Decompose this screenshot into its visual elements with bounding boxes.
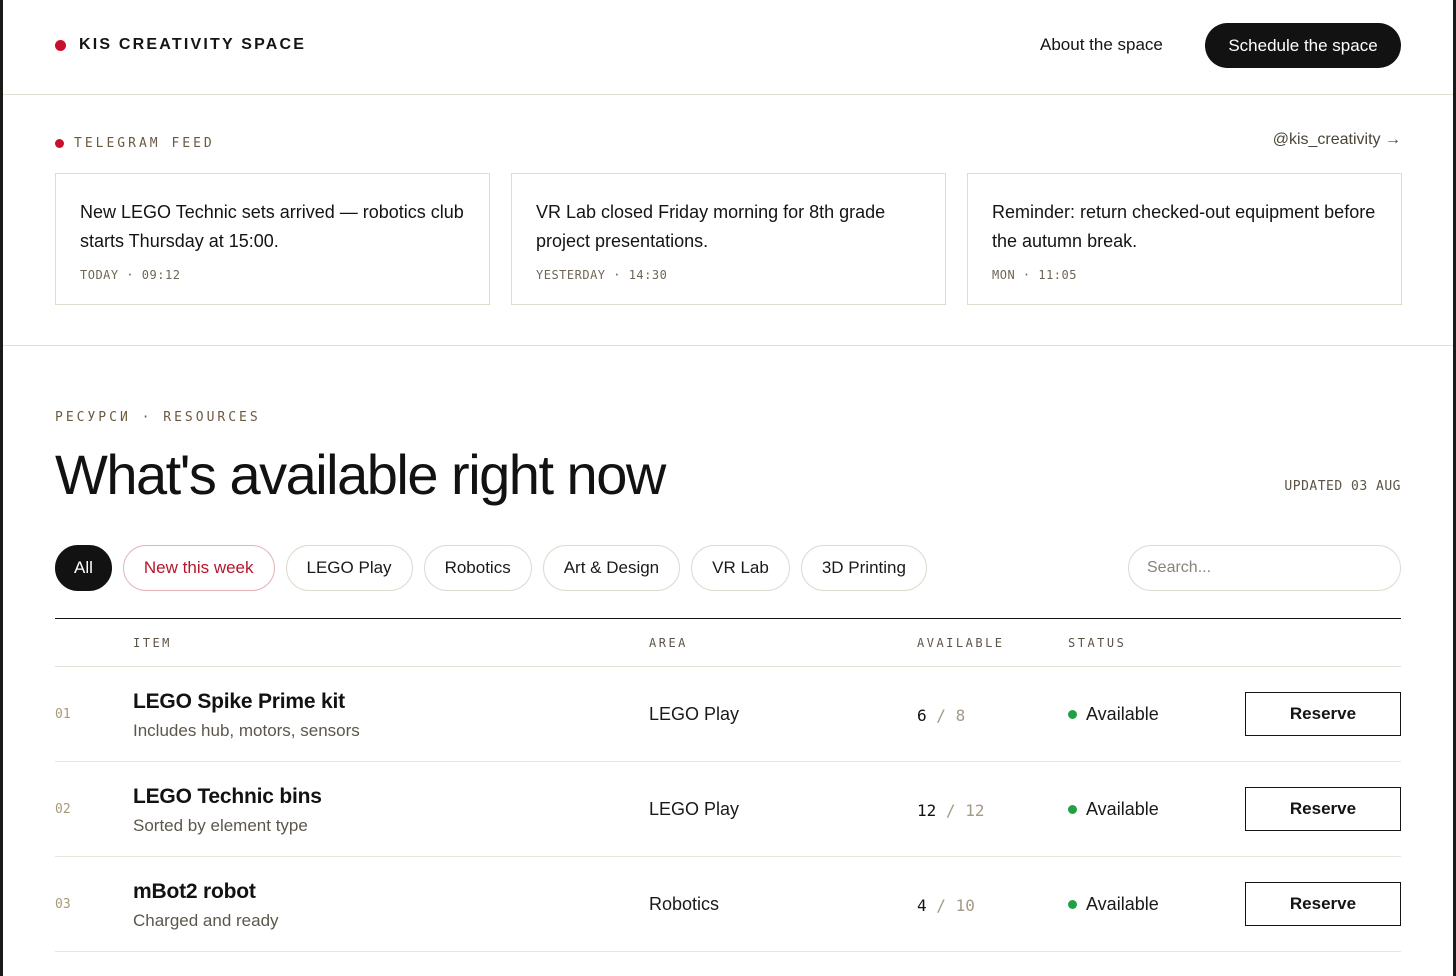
status-badge: Available (1068, 894, 1159, 915)
item-availability: 6 / 8 (917, 706, 965, 725)
resources-table: ITEM AREA AVAILABLE STATUS 01 LEGO Spike… (55, 618, 1401, 952)
feed-card-time: MON · 11:05 (992, 268, 1077, 282)
availability-separator: / (945, 801, 956, 820)
feed-card[interactable]: Reminder: return checked-out equipment b… (967, 173, 1402, 305)
available-count: 6 (917, 706, 927, 725)
reserve-button[interactable]: Reserve (1245, 882, 1401, 926)
availability-separator: / (936, 706, 946, 725)
feed-card-time: YESTERDAY · 14:30 (536, 268, 668, 282)
reserve-button[interactable]: Reserve (1245, 787, 1401, 831)
status-dot-icon (1068, 900, 1077, 909)
item-name: LEGO Technic bins (133, 785, 322, 808)
reserve-button[interactable]: Reserve (1245, 692, 1401, 736)
item-availability: 12 / 12 (917, 801, 984, 820)
column-header-available: AVAILABLE (917, 636, 1005, 650)
feed-dot-icon (55, 139, 64, 148)
column-header-area: AREA (649, 636, 688, 650)
filter-art-design[interactable]: Art & Design (542, 545, 681, 591)
telegram-feed: TELEGRAM FEED @kis_creativity → New LEGO… (3, 95, 1453, 346)
feed-card-text: New LEGO Technic sets arrived — robotics… (80, 202, 464, 251)
table-row: 03 mBot2 robot Charged and ready Robotic… (55, 857, 1401, 952)
page-title: What's available right now (55, 443, 666, 506)
item-description: Includes hub, motors, sensors (133, 721, 360, 740)
item-area: LEGO Play (649, 704, 740, 724)
item-name: LEGO Spike Prime kit (133, 690, 345, 713)
brand[interactable]: KIS CREATIVITY SPACE (55, 36, 306, 54)
item-description: Charged and ready (133, 911, 279, 930)
schedule-button[interactable]: Schedule the space (1205, 23, 1401, 68)
brand-dot-icon (55, 39, 66, 51)
app-frame: KIS CREATIVITY SPACE About the space Sch… (0, 0, 1456, 976)
row-number: 01 (55, 707, 71, 722)
feed-title: TELEGRAM FEED (74, 136, 215, 151)
filter-chips: All New this week LEGO Play Robotics Art… (55, 545, 938, 591)
status-dot-icon (1068, 805, 1077, 814)
about-link[interactable]: About the space (1040, 35, 1163, 55)
updated-stamp: UPDATED 03 AUG (1284, 479, 1401, 494)
filter-all[interactable]: All (55, 545, 112, 591)
column-header-item: ITEM (133, 636, 172, 650)
total-count: 12 (965, 801, 985, 820)
available-count: 4 (917, 896, 927, 915)
feed-card-text: VR Lab closed Friday morning for 8th gra… (536, 202, 886, 251)
feed-card-time: TODAY · 09:12 (80, 268, 181, 282)
row-number: 02 (55, 802, 71, 817)
item-availability: 4 / 10 (917, 896, 975, 915)
telegram-handle-link[interactable]: @kis_creativity → (1273, 131, 1401, 149)
total-count: 8 (955, 706, 966, 725)
brand-name: KIS CREATIVITY SPACE (79, 36, 307, 53)
feed-card-text: Reminder: return checked-out equipment b… (992, 202, 1376, 251)
filter-robotics[interactable]: Robotics (423, 545, 532, 591)
feed-label: TELEGRAM FEED (55, 136, 215, 151)
item-area: LEGO Play (649, 799, 740, 819)
status-badge: Available (1068, 704, 1159, 725)
status-badge: Available (1068, 799, 1159, 820)
item-name: mBot2 robot (133, 880, 256, 903)
table-header: ITEM AREA AVAILABLE STATUS (55, 618, 1401, 667)
column-header-status: STATUS (1068, 636, 1127, 650)
availability-separator: / (936, 896, 946, 915)
item-description: Sorted by element type (133, 816, 308, 835)
table-row: 02 LEGO Technic bins Sorted by element t… (55, 762, 1401, 857)
feed-card[interactable]: New LEGO Technic sets arrived — robotics… (55, 173, 490, 305)
filter-vr-lab[interactable]: VR Lab (691, 545, 790, 591)
feed-card[interactable]: VR Lab closed Friday morning for 8th gra… (511, 173, 946, 305)
filter-lego-play[interactable]: LEGO Play (285, 545, 413, 591)
status-label: Available (1086, 894, 1159, 914)
filter-new-this-week[interactable]: New this week (122, 545, 275, 591)
status-label: Available (1086, 704, 1159, 724)
row-number: 03 (55, 897, 71, 912)
site-header: KIS CREATIVITY SPACE About the space Sch… (3, 0, 1453, 95)
status-dot-icon (1068, 710, 1077, 719)
status-label: Available (1086, 799, 1159, 819)
item-area: Robotics (649, 894, 720, 914)
search-input[interactable] (1128, 545, 1401, 591)
table-row: 01 LEGO Spike Prime kit Includes hub, mo… (55, 667, 1401, 762)
available-count: 12 (917, 801, 937, 820)
total-count: 10 (955, 896, 975, 915)
filter-3d-printing[interactable]: 3D Printing (800, 545, 927, 591)
section-eyebrow: РЕСУРСИ · RESOURCES (55, 410, 261, 425)
